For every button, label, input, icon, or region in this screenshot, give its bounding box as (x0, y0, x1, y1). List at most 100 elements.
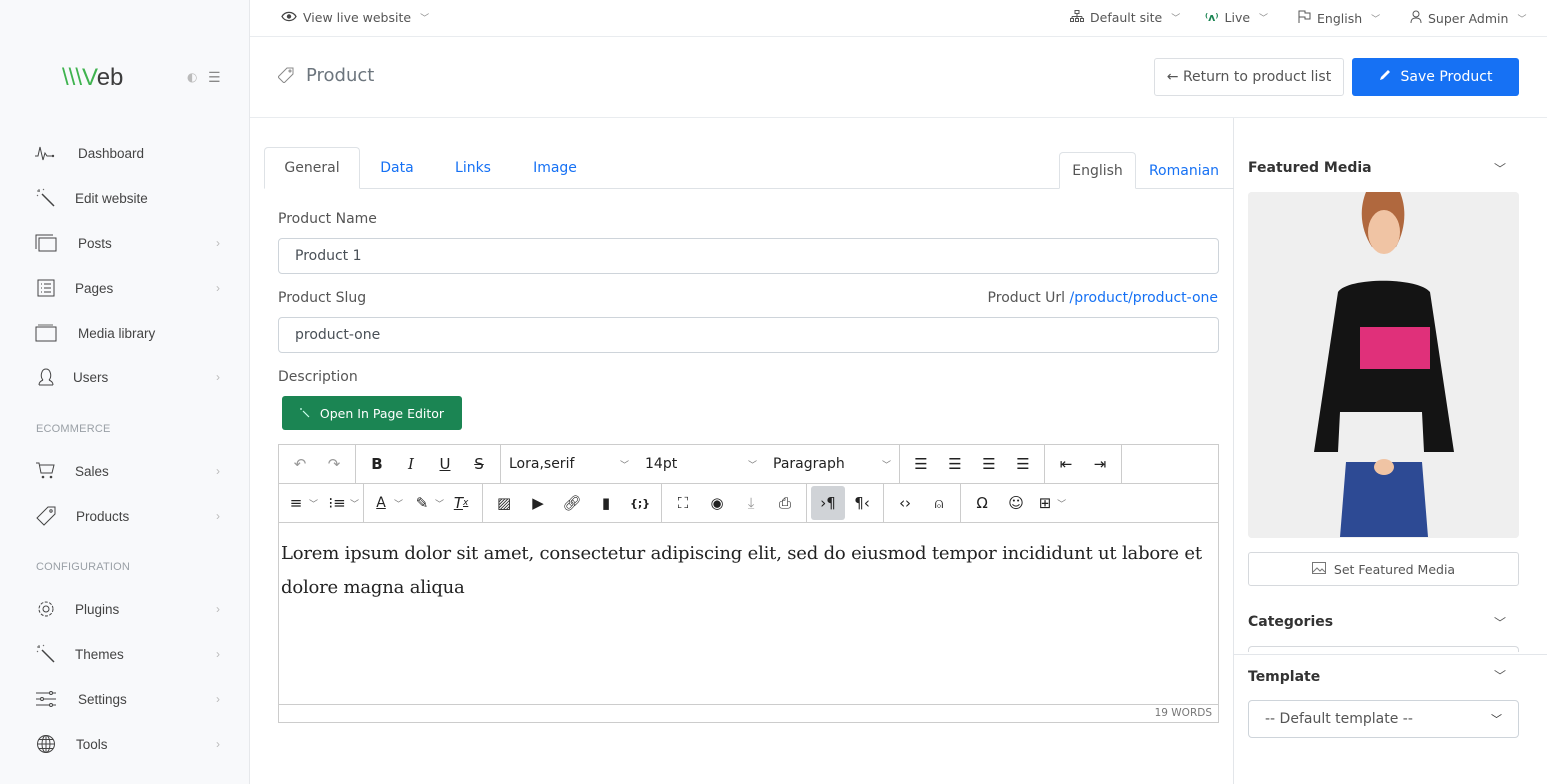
flag-icon (1298, 10, 1311, 26)
sidebar-item-label: Media library (78, 325, 156, 341)
sidebar-item-edit-website[interactable]: Edit website (0, 178, 250, 218)
link-icon[interactable]: 🔗︎ (555, 486, 589, 520)
template-select[interactable]: -- Default template -- ﹀ (1248, 700, 1519, 738)
sidebar-item-label: Products (76, 508, 130, 524)
broadcast-icon: ⁽ᴧ⁾ (1205, 11, 1219, 24)
menu-toggle-icon[interactable]: ☰ (208, 70, 221, 86)
logo-mark: \\\V (62, 64, 97, 91)
bold-icon[interactable]: B (360, 447, 394, 481)
chevron-down-icon[interactable]: ﹀ (1494, 667, 1506, 684)
strikethrough-icon[interactable]: S (462, 447, 496, 481)
code-sample-icon[interactable]: {;} (623, 486, 657, 520)
special-char-icon[interactable]: Ω (965, 486, 999, 520)
align-right-icon[interactable]: ☰ (972, 447, 1006, 481)
save-product-button[interactable]: Save Product (1352, 58, 1519, 96)
chevron-down-icon[interactable]: ﹀ (1057, 497, 1066, 510)
tab-lang-english[interactable]: English (1059, 152, 1136, 189)
sidebar-item-media-library[interactable]: Media library (0, 313, 250, 353)
chevron-down-icon[interactable]: ﹀ (394, 497, 403, 510)
tab-image[interactable]: Image (520, 147, 590, 189)
logo[interactable]: \\\Veb (62, 64, 123, 92)
featured-media-image[interactable] (1248, 192, 1519, 538)
italic-icon[interactable]: I (394, 447, 428, 481)
align-left-icon[interactable]: ☰ (904, 447, 938, 481)
tab-general[interactable]: General (264, 147, 360, 189)
sidebar-item-products[interactable]: Products › (0, 496, 250, 536)
product-url: Product Url /product/product-one (988, 290, 1218, 306)
user-icon (1410, 10, 1422, 26)
text-color-icon[interactable]: A (368, 486, 394, 520)
chevron-down-icon[interactable]: ﹀ (309, 497, 318, 510)
language-label: English (1317, 10, 1363, 26)
source-code-icon[interactable]: ‹› (888, 486, 922, 520)
topbar: View live website ﹀ Default site ﹀ ⁽ᴧ⁾ Liv… (250, 0, 1547, 37)
clear-formatting-icon[interactable]: Tx (444, 486, 478, 520)
undo-icon[interactable]: ↶ (283, 447, 317, 481)
block-format-select[interactable]: Paragraph ﹀ (765, 447, 899, 481)
align-justify-icon[interactable]: ☰ (1006, 447, 1040, 481)
page-title: Product (306, 65, 375, 86)
emoji-icon[interactable]: ☺ (999, 486, 1033, 520)
table-icon[interactable]: ⊞ (1033, 486, 1057, 520)
align-center-icon[interactable]: ☰ (938, 447, 972, 481)
save-icon[interactable]: ⤓ (734, 486, 768, 520)
return-to-product-list-button[interactable]: ← Return to product list (1154, 58, 1344, 96)
sidebar-item-posts[interactable]: Posts › (0, 223, 250, 263)
redo-icon[interactable]: ↷ (317, 447, 351, 481)
sidebar-item-plugins[interactable]: Plugins › (0, 589, 250, 629)
print-icon[interactable]: ⎙ (768, 486, 802, 520)
sidebar-item-settings[interactable]: Settings › (0, 679, 250, 719)
open-in-page-editor-button[interactable]: Open In Page Editor (282, 396, 462, 430)
eye-icon (281, 10, 297, 25)
highlight-icon[interactable]: ✎ (409, 486, 435, 520)
image-icon[interactable]: ▨ (487, 486, 521, 520)
language-dropdown[interactable]: English ﹀ (1298, 10, 1380, 26)
site-dropdown[interactable]: Default site ﹀ (1070, 10, 1180, 25)
chevron-down-icon[interactable]: ﹀ (1494, 160, 1506, 177)
editor-content[interactable]: Lorem ipsum dolor sit amet, consectetur … (279, 523, 1218, 705)
sidebar-item-pages[interactable]: Pages › (0, 268, 250, 308)
set-featured-media-button[interactable]: Set Featured Media (1248, 552, 1519, 586)
set-featured-media-label: Set Featured Media (1333, 561, 1456, 577)
outdent-icon[interactable]: ⇤ (1049, 447, 1083, 481)
product-slug-input[interactable]: product-one (278, 317, 1219, 353)
tag-icon (277, 67, 294, 87)
font-size-select[interactable]: 14pt ﹀ (637, 447, 765, 481)
product-name-input[interactable]: Product 1 (278, 238, 1219, 274)
sidebar-item-label: Users (73, 369, 109, 385)
bullet-list-icon[interactable]: ⁝≡ (324, 486, 350, 520)
user-dropdown[interactable]: Super Admin ﹀ (1410, 10, 1526, 26)
view-live-website-dropdown[interactable]: View live website ﹀ (281, 10, 429, 25)
categories-list[interactable] (1248, 646, 1519, 652)
sidebar-item-label: Sales (75, 463, 109, 479)
tab-lang-romanian[interactable]: Romanian (1144, 152, 1224, 189)
product-url-link[interactable]: /product/product-one (1070, 290, 1219, 306)
sidebar-item-tools[interactable]: Tools › (0, 724, 250, 764)
tab-data[interactable]: Data (364, 147, 430, 189)
ltr-icon[interactable]: ›¶ (811, 486, 846, 520)
fullscreen-icon[interactable]: ⛶ (666, 486, 700, 520)
bookmark-icon[interactable]: ▮ (589, 486, 623, 520)
media-icon[interactable]: ▶ (521, 486, 555, 520)
chevron-down-icon[interactable]: ﹀ (350, 497, 359, 510)
sidebar-item-dashboard[interactable]: Dashboard (0, 133, 250, 173)
numbered-list-icon[interactable]: ≡ (283, 486, 309, 520)
preview-icon[interactable]: ◉ (700, 486, 734, 520)
status-dropdown[interactable]: ⁽ᴧ⁾ Live ﹀ (1205, 10, 1268, 25)
theme-toggle-icon[interactable]: ◐ (187, 70, 197, 84)
template-icon[interactable]: ⍝ (922, 486, 956, 520)
chevron-down-icon[interactable]: ﹀ (1494, 614, 1506, 631)
tab-links[interactable]: Links (440, 147, 506, 189)
sidebar-item-themes[interactable]: Themes › (0, 634, 250, 674)
chevron-down-icon[interactable]: ﹀ (435, 497, 444, 510)
chevron-right-icon: › (216, 692, 220, 706)
sidebar-item-users[interactable]: Users › (0, 357, 250, 397)
sidebar-item-label: Themes (75, 646, 124, 662)
sitemap-icon (1070, 10, 1084, 25)
indent-icon[interactable]: ⇥ (1083, 447, 1117, 481)
sidebar-item-sales[interactable]: Sales › (0, 451, 250, 491)
rtl-icon[interactable]: ¶‹ (845, 486, 879, 520)
font-family-select[interactable]: Lora,serif ﹀ (501, 447, 637, 481)
sidebar: \\\Veb ◐ ☰ Dashboard Edit website Posts … (0, 0, 250, 784)
underline-icon[interactable]: U (428, 447, 462, 481)
